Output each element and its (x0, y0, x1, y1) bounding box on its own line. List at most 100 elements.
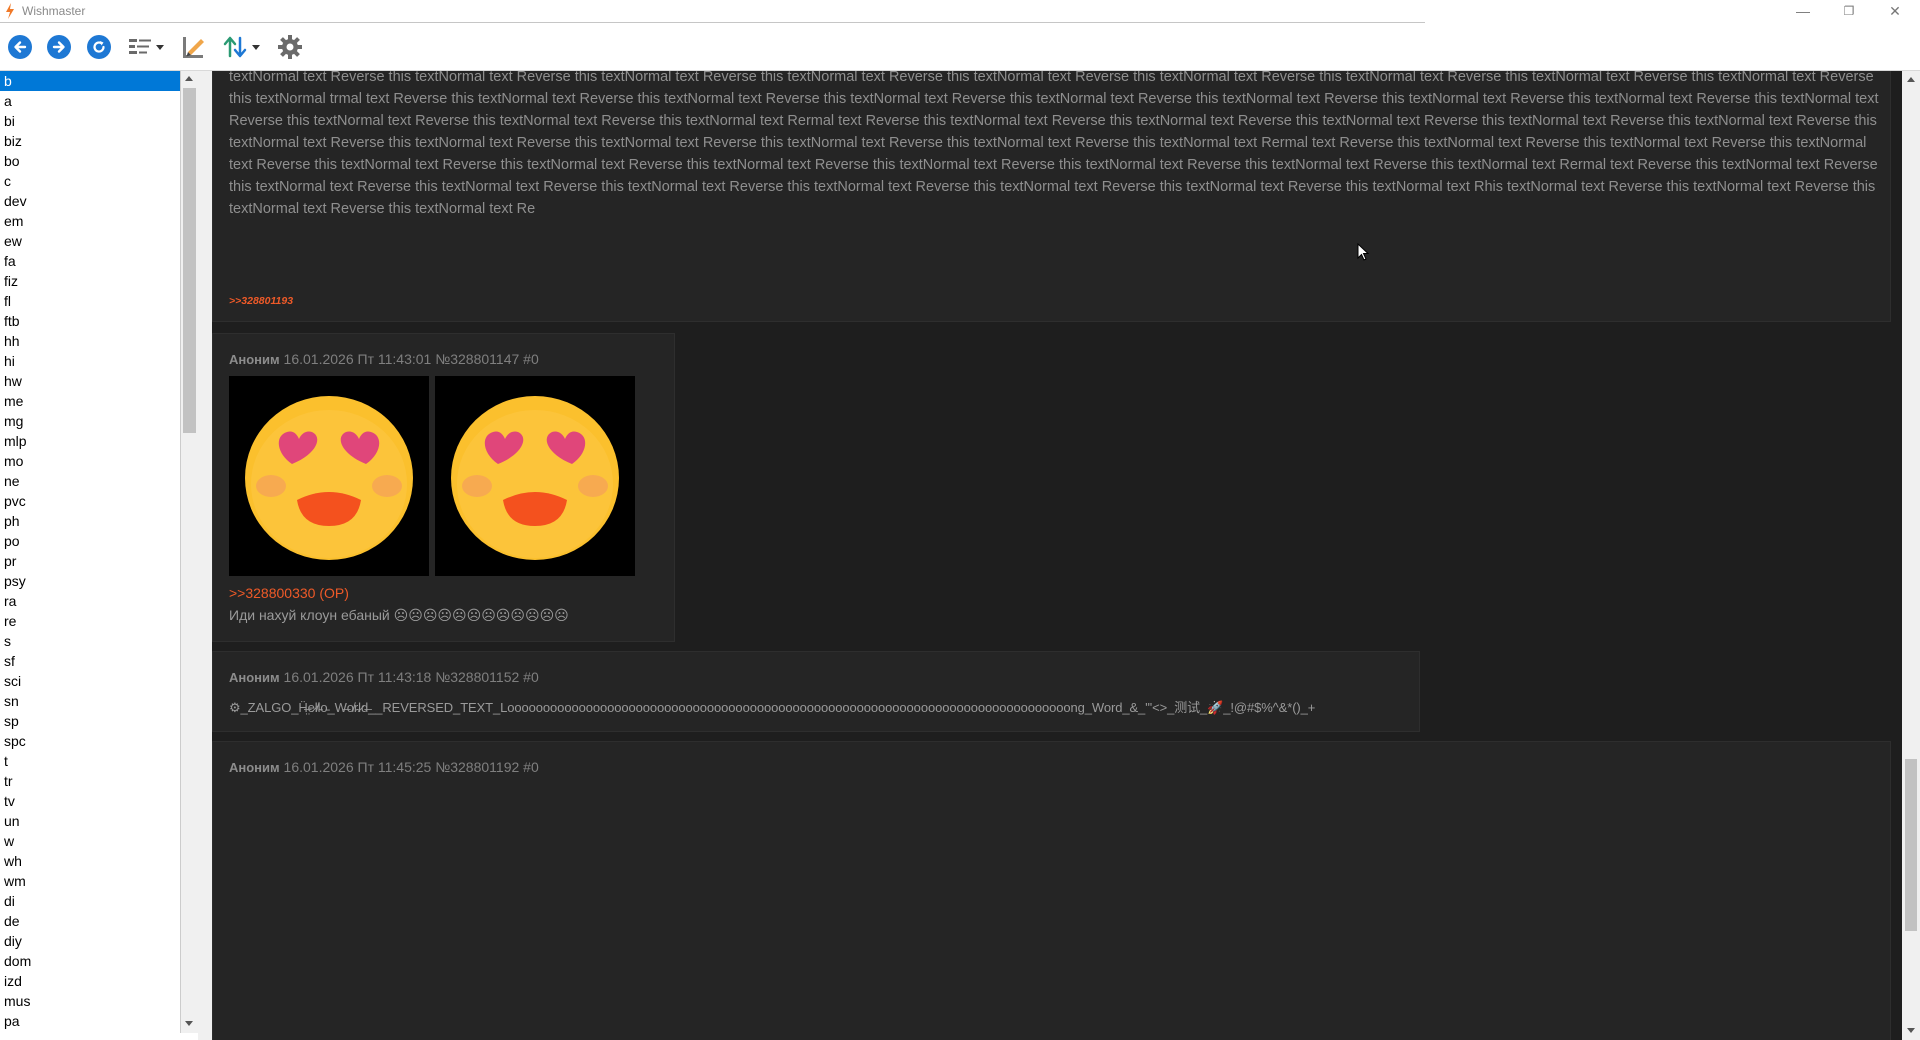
board-item[interactable]: mg (0, 411, 180, 431)
board-item[interactable]: psy (0, 571, 180, 591)
toolbar (0, 24, 1920, 71)
forward-icon (47, 35, 71, 59)
board-item[interactable]: un (0, 811, 180, 831)
board-item[interactable]: sp (0, 711, 180, 731)
board-item[interactable]: pvc (0, 491, 180, 511)
board-item[interactable]: di (0, 891, 180, 911)
board-item[interactable]: izd (0, 971, 180, 991)
board-item[interactable]: ew (0, 231, 180, 251)
board-item[interactable]: b (0, 71, 180, 91)
board-item[interactable]: hw (0, 371, 180, 391)
chevron-down-icon (156, 44, 164, 50)
board-item[interactable]: tr (0, 771, 180, 791)
post: textNormal text Reverse this textNormal … (212, 71, 1891, 322)
board-item[interactable]: hh (0, 331, 180, 351)
board-item[interactable]: de (0, 911, 180, 931)
restore-button[interactable]: ❐ (1826, 0, 1872, 22)
scrollbar-thumb[interactable] (183, 88, 196, 433)
board-item[interactable]: fa (0, 251, 180, 271)
post-text: textNormal text Reverse this textNormal … (229, 71, 1879, 217)
board-item[interactable]: tv (0, 791, 180, 811)
post-author: Аноним (229, 352, 280, 367)
board-item[interactable]: fiz (0, 271, 180, 291)
post-number[interactable]: №328801152 (435, 669, 519, 685)
post-number[interactable]: №328801192 (435, 759, 519, 775)
write-icon (183, 37, 204, 58)
post-header: Аноним 16.01.2026 Пт 11:43:01 №328801147… (229, 351, 539, 367)
board-item[interactable]: mo (0, 451, 180, 471)
post-index: #0 (523, 669, 539, 685)
post: Аноним 16.01.2026 Пт 11:43:18 №328801152… (212, 651, 1420, 732)
back-button[interactable] (8, 32, 32, 62)
close-button[interactable]: ✕ (1872, 0, 1918, 22)
board-item[interactable]: re (0, 611, 180, 631)
board-item[interactable]: mus (0, 991, 180, 1011)
scroll-down-arrow-icon[interactable] (1907, 1028, 1915, 1033)
board-item[interactable]: ph (0, 511, 180, 531)
board-item[interactable]: dom (0, 951, 180, 971)
minimize-button[interactable]: — (1780, 0, 1826, 22)
board-item[interactable]: em (0, 211, 180, 231)
post-date: 16.01.2026 Пт 11:45:25 (283, 759, 432, 775)
post-date: 16.01.2026 Пт 11:43:18 (283, 669, 432, 685)
scrollbar-thumb[interactable] (1905, 759, 1917, 931)
forward-button[interactable] (47, 32, 71, 62)
board-item[interactable]: ftb (0, 311, 180, 331)
write-button[interactable] (181, 32, 207, 62)
view-list-icon (129, 39, 151, 54)
post-image-thumbnail[interactable] (229, 376, 429, 576)
scroll-up-arrow-icon[interactable] (1907, 77, 1915, 82)
board-item[interactable]: s (0, 631, 180, 651)
refresh-button[interactable] (87, 32, 111, 62)
window-title: Wishmaster (22, 4, 86, 18)
sort-icon (223, 36, 247, 58)
board-item[interactable]: dev (0, 191, 180, 211)
post-text: ⚙_ZALGO_Ḧ̶̤e̷l̸l̴o̵_W̶o̸r̴l̷d̶__REVERSED… (229, 700, 1316, 715)
board-item[interactable]: biz (0, 131, 180, 151)
board-item[interactable]: sci (0, 671, 180, 691)
board-item[interactable]: c (0, 171, 180, 191)
scroll-down-arrow-icon[interactable] (185, 1021, 193, 1026)
board-item[interactable]: sn (0, 691, 180, 711)
board-item[interactable]: spc (0, 731, 180, 751)
board-item[interactable]: ne (0, 471, 180, 491)
app-lightning-icon (6, 3, 14, 19)
post-number[interactable]: №328801147 (435, 351, 519, 367)
heart-eyes-emoji-icon (245, 396, 413, 560)
splitter[interactable] (198, 71, 212, 1040)
board-item[interactable]: bo (0, 151, 180, 171)
heart-eyes-emoji-icon (451, 396, 619, 560)
view-mode-button[interactable] (128, 32, 164, 62)
board-item[interactable]: hi (0, 351, 180, 371)
sort-button[interactable] (222, 32, 260, 62)
scroll-up-arrow-icon[interactable] (185, 76, 193, 81)
board-item[interactable]: me (0, 391, 180, 411)
board-item[interactable]: a (0, 91, 180, 111)
post-header: Аноним 16.01.2026 Пт 11:45:25 №328801192… (229, 759, 539, 775)
board-item[interactable]: pr (0, 551, 180, 571)
thread-scrollbar[interactable] (1902, 71, 1920, 1040)
back-icon (8, 35, 32, 59)
board-item[interactable]: wh (0, 851, 180, 871)
board-item[interactable]: w (0, 831, 180, 851)
post-index: #0 (523, 351, 539, 367)
board-item[interactable]: bi (0, 111, 180, 131)
reply-link[interactable]: >>328800330 (OP) (229, 585, 349, 601)
board-list-scrollbar[interactable] (181, 71, 198, 1033)
post: Аноним 16.01.2026 Пт 11:43:01 №328801147… (212, 333, 675, 642)
board-item[interactable]: diy (0, 931, 180, 951)
board-list[interactable]: b a bi biz bo c dev em ew fa fiz fl ftb hh hi hw me mg mlp… (0, 71, 181, 1033)
board-item[interactable]: sf (0, 651, 180, 671)
board-item[interactable]: pa (0, 1011, 180, 1031)
board-item[interactable]: po (0, 531, 180, 551)
board-item[interactable]: t (0, 751, 180, 771)
mouse-cursor-icon (1357, 243, 1369, 261)
settings-button[interactable] (277, 32, 303, 62)
post-image-thumbnail[interactable] (435, 376, 635, 576)
board-item[interactable]: fl (0, 291, 180, 311)
reply-link[interactable]: >>328801193 (229, 295, 293, 307)
board-item[interactable]: ra (0, 591, 180, 611)
board-item[interactable]: mlp (0, 431, 180, 451)
post: Аноним 16.01.2026 Пт 11:45:25 №328801192… (212, 741, 1891, 1040)
board-item[interactable]: wm (0, 871, 180, 891)
